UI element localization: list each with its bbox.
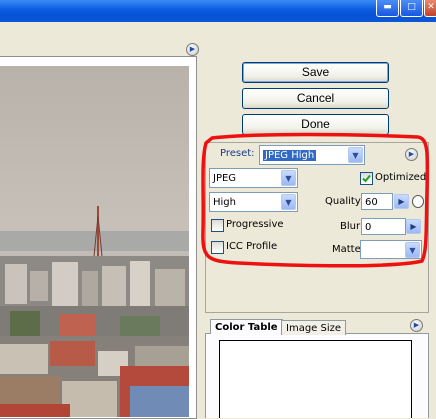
checkmark-icon: [362, 174, 371, 183]
quality-level-value: High: [213, 197, 236, 208]
preview-menu-icon[interactable]: ▶: [186, 43, 199, 56]
tab-color-table[interactable]: Color Table: [210, 319, 283, 334]
progressive-checkbox[interactable]: [211, 219, 224, 232]
slider-arrow-icon[interactable]: ▶: [394, 194, 409, 209]
dropdown-arrow-icon[interactable]: ▼: [281, 170, 296, 186]
tab-menu-icon[interactable]: ▶: [410, 319, 423, 332]
title-bar: [0, 0, 436, 22]
preset-select[interactable]: JPEG High ▼: [259, 145, 365, 165]
format-value: JPEG: [213, 173, 237, 184]
preview-image: [0, 66, 189, 417]
optimized-checkbox[interactable]: [360, 172, 373, 185]
save-button[interactable]: Save: [242, 62, 389, 83]
preset-label: Preset:: [220, 148, 255, 159]
icc-profile-checkbox[interactable]: [211, 241, 224, 254]
matte-select[interactable]: ▼: [360, 240, 422, 259]
quality-input[interactable]: 60: [361, 193, 393, 210]
eyedropper-icon[interactable]: [412, 195, 424, 208]
quality-level-select[interactable]: High ▼: [209, 192, 298, 212]
format-select[interactable]: JPEG ▼: [209, 168, 298, 188]
settings-menu-icon[interactable]: ▶: [405, 148, 418, 161]
close-icon[interactable]: ✕: [424, 0, 436, 17]
blur-input[interactable]: 0: [361, 218, 406, 235]
slider-arrow-icon[interactable]: ▶: [406, 219, 421, 234]
dropdown-arrow-icon[interactable]: ▼: [405, 242, 420, 258]
dropdown-arrow-icon[interactable]: ▼: [348, 147, 363, 163]
color-table-swatches: [219, 340, 412, 418]
blur-label: Blur:: [340, 221, 364, 232]
minimize-icon[interactable]: ▬: [376, 0, 399, 17]
tab-image-size[interactable]: Image Size: [281, 320, 347, 335]
done-button[interactable]: Done: [242, 114, 389, 135]
maximize-icon[interactable]: □: [400, 0, 423, 17]
cancel-button[interactable]: Cancel: [242, 88, 389, 109]
progressive-label: Progressive: [226, 219, 284, 230]
optimized-label: Optimized: [375, 172, 427, 183]
icc-profile-label: ICC Profile: [226, 241, 278, 252]
preset-value: JPEG High: [263, 150, 317, 161]
dropdown-arrow-icon[interactable]: ▼: [281, 194, 296, 210]
quality-label: Quality:: [325, 196, 364, 207]
